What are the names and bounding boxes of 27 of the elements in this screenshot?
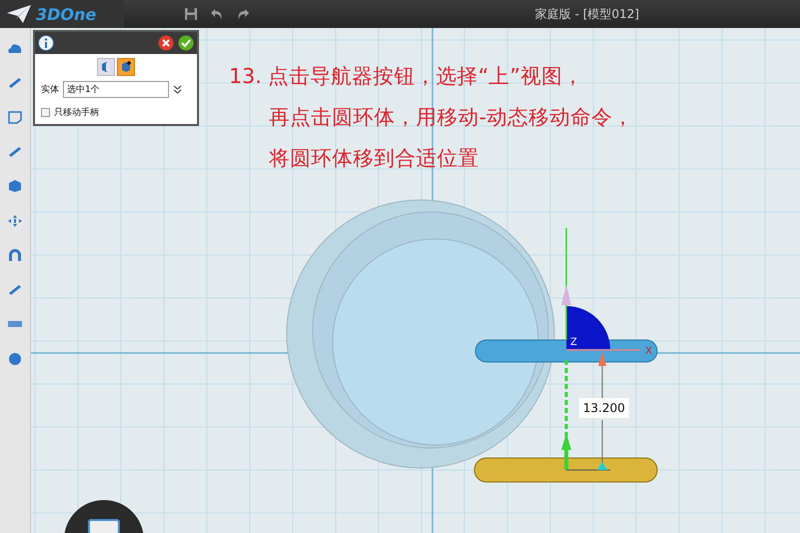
distance-label[interactable]: 13.200	[579, 398, 629, 418]
sphere-tool-icon[interactable]	[7, 352, 23, 366]
axis-label: X	[645, 346, 652, 357]
app-logo: 3DOne	[36, 4, 96, 24]
info-icon[interactable]	[38, 35, 54, 51]
cube-tool-icon[interactable]	[7, 179, 23, 193]
sketch-tool-icon[interactable]	[7, 110, 23, 124]
confirm-icon[interactable]	[178, 35, 194, 51]
window-title: 家庭版 - [模型012]	[535, 6, 640, 23]
move-tool-icon[interactable]	[7, 214, 23, 228]
mode-button[interactable]	[117, 58, 135, 76]
field-label: 实体	[41, 84, 59, 96]
redo-icon[interactable]	[236, 7, 250, 21]
instruction-text: 13. 点击导航器按钮，选择“上”视图，	[229, 63, 584, 90]
save-icon[interactable]	[184, 7, 198, 21]
checkbox[interactable]	[41, 108, 50, 117]
cube-plus-icon	[120, 61, 132, 73]
mode-button[interactable]	[97, 58, 115, 76]
magnet-tool-icon[interactable]	[7, 248, 23, 262]
entity-field[interactable]: 选中1个	[63, 81, 169, 98]
expand-icon[interactable]	[173, 84, 182, 94]
close-icon[interactable]	[158, 35, 174, 51]
undo-icon[interactable]	[210, 7, 224, 21]
axis-label: Z	[570, 337, 578, 348]
cube-half-icon	[100, 61, 112, 73]
checkbox-label: 只移动手柄	[54, 106, 99, 119]
paper-plane-icon	[6, 4, 32, 24]
